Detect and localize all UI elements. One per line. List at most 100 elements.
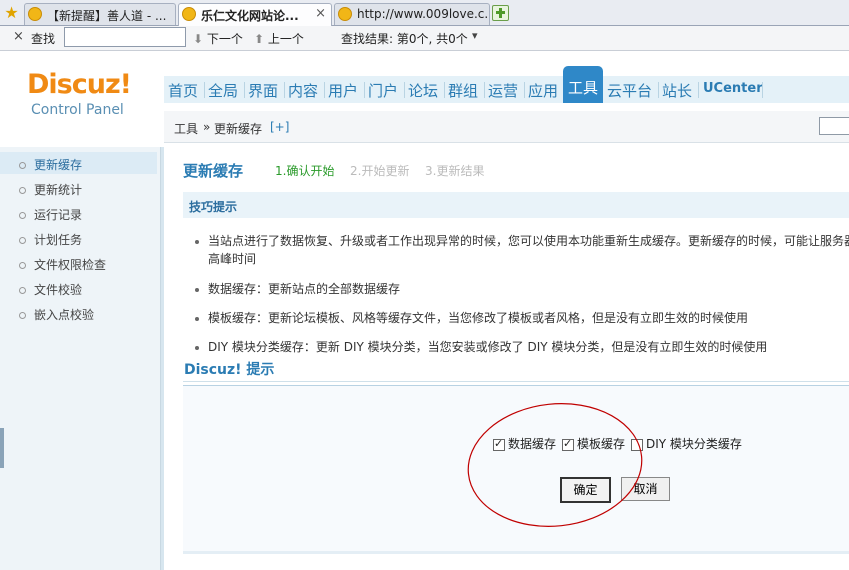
logo: Discuz! Control Panel [27, 69, 132, 119]
find-next-button[interactable]: ⬇ 下一个 [193, 30, 243, 47]
arrow-up-icon: ⬆ [254, 32, 265, 46]
sidebar-item-file-check[interactable]: 文件校验 [19, 281, 82, 298]
tip-text: DIY 模块分类缓存：更新 DIY 模块分类，当您安装或修改了 DIY 模块分类… [208, 340, 768, 354]
nav-group[interactable]: 群组 [448, 80, 478, 101]
find-prev-button[interactable]: ⬆ 上一个 [254, 30, 304, 47]
nav-separator [364, 82, 365, 98]
new-tab-icon[interactable] [492, 5, 509, 21]
step-3: 3.更新结果 [425, 164, 485, 178]
bullet-icon [19, 312, 26, 319]
logo-brand: Discuz! [27, 69, 132, 100]
tab-favicon-icon [28, 7, 42, 21]
nav-separator [444, 82, 445, 98]
sidebar-item-label: 计划任务 [34, 233, 83, 247]
step-1: 1.确认开始 [275, 164, 335, 178]
tip-text: 模板缓存：更新论坛模板、风格等缓存文件，当您修改了模板或者风格，但是没有立即生效… [208, 311, 749, 325]
bullet-icon [195, 316, 199, 321]
sidebar-item-cron[interactable]: 计划任务 [19, 231, 82, 248]
sidebar-item-file-perms[interactable]: 文件权限检查 [19, 256, 106, 273]
sidebar-item-label: 文件权限检查 [34, 258, 107, 272]
tip-text-continued: 高峰时间 [208, 252, 257, 266]
tips-header: 技巧提示 [183, 192, 849, 218]
tip-text: 当站点进行了数据恢复、升级或者工作出现异常的时候，您可以使用本功能重新生成缓存。… [208, 234, 849, 248]
nav-style[interactable]: 界面 [248, 80, 278, 101]
bullet-icon [195, 239, 199, 244]
nav-separator [284, 82, 285, 98]
findbar-close-icon[interactable]: × [13, 29, 24, 44]
find-input[interactable] [64, 27, 186, 47]
sidebar-item-label: 运行记录 [34, 208, 83, 222]
sidebar-item-update-cache[interactable]: 更新缓存 [19, 156, 82, 173]
bullet-icon [19, 287, 26, 294]
browser-tab-2[interactable]: 乐仁文化网站论... × [178, 3, 332, 26]
tip-text: 数据缓存：更新站点的全部数据缓存 [208, 282, 401, 296]
bullet-icon [19, 237, 26, 244]
bullet-icon [19, 262, 26, 269]
nav-separator [404, 82, 405, 98]
tab-title: 【新提醒】善人道 - ... [47, 9, 167, 23]
favorites-star-icon[interactable]: ★ [3, 4, 20, 21]
bullet-icon [195, 345, 199, 350]
nav-cloud[interactable]: 云平台 [607, 80, 652, 101]
find-options-dropdown-icon[interactable]: ▾ [472, 29, 478, 42]
breadcrumb-current: 更新缓存 [214, 122, 263, 136]
nav-separator [204, 82, 205, 98]
bullet-icon [19, 187, 26, 194]
annotation-circle [467, 403, 643, 527]
sidebar-item-label: 更新缓存 [34, 158, 83, 172]
tip-item: 模板缓存：更新论坛模板、风格等缓存文件，当您修改了模板或者风格，但是没有立即生效… [195, 309, 748, 326]
nav-home[interactable]: 首页 [168, 80, 198, 101]
page-title: 更新缓存 [183, 162, 244, 180]
find-next-label: 下一个 [206, 32, 243, 46]
find-prev-label: 上一个 [267, 32, 304, 46]
findbar-label: 查找 [31, 32, 56, 46]
logo-subtitle: Control Panel [31, 102, 124, 118]
tips-title: 技巧提示 [189, 200, 238, 214]
sidebar-item-hook-check[interactable]: 嵌入点校验 [19, 306, 94, 323]
option-label: DIY 模块分类缓存 [646, 437, 742, 451]
nav-separator [324, 82, 325, 98]
find-bar: × 查找 ⬇ 下一个 ⬆ 上一个 查找结果: 第0个, 共0个 ▾ [0, 26, 849, 51]
notice-title-underline [183, 381, 849, 382]
nav-operation[interactable]: 运营 [488, 80, 518, 101]
tip-item: 数据缓存：更新站点的全部数据缓存 [195, 280, 400, 297]
sidebar-item-label: 更新统计 [34, 183, 83, 197]
sidebar-item-run-log[interactable]: 运行记录 [19, 206, 82, 223]
tip-item: 当站点进行了数据恢复、升级或者工作出现异常的时候，您可以使用本功能重新生成缓存。… [195, 232, 849, 249]
sidebar-item-update-stats[interactable]: 更新统计 [19, 181, 82, 198]
breadcrumb-section[interactable]: 工具 [174, 120, 198, 137]
nav-founder[interactable]: 站长 [662, 80, 692, 101]
nav-separator [658, 82, 659, 98]
breadcrumb: 工具 » 更新缓存 [+] [164, 111, 849, 143]
bullet-icon [195, 287, 199, 292]
tab-favicon-icon [338, 7, 352, 21]
notice-title: Discuz! 提示 [184, 362, 275, 378]
breadcrumb-separator: » [203, 120, 211, 134]
step-2: 2.开始更新 [350, 164, 410, 178]
search-box[interactable] [819, 117, 849, 135]
browser-tab-3[interactable]: http://www.009love.c... [334, 3, 490, 25]
nav-separator [484, 82, 485, 98]
nav-global[interactable]: 全局 [208, 80, 238, 101]
browser-tab-bar: ★ 【新提醒】善人道 - ... 乐仁文化网站论... × http://www… [0, 0, 849, 26]
add-shortcut-link[interactable]: [+] [270, 120, 289, 134]
tab-title: 乐仁文化网站论... [201, 9, 299, 23]
nav-user[interactable]: 用户 [328, 80, 358, 101]
sidebar-item-label: 嵌入点校验 [34, 308, 95, 322]
annotation-ellipse [467, 403, 643, 527]
nav-separator [698, 82, 699, 98]
browser-tab-1[interactable]: 【新提醒】善人道 - ... [24, 3, 176, 25]
tip-item: DIY 模块分类缓存：更新 DIY 模块分类，当您安装或修改了 DIY 模块分类… [195, 338, 767, 355]
nav-tools[interactable]: 工具 [563, 66, 603, 103]
bullet-icon [19, 212, 26, 219]
nav-forum[interactable]: 论坛 [408, 80, 438, 101]
nav-separator [244, 82, 245, 98]
find-result-text: 查找结果: 第0个, 共0个 [341, 32, 468, 46]
nav-content[interactable]: 内容 [288, 80, 318, 101]
nav-portal[interactable]: 门户 [368, 80, 398, 101]
tab-close-icon[interactable]: × [315, 6, 326, 21]
sidebar-collapse-handle[interactable] [0, 428, 4, 468]
arrow-down-icon: ⬇ [193, 32, 204, 46]
nav-ucenter[interactable]: UCenter [703, 81, 763, 96]
nav-app[interactable]: 应用 [528, 80, 558, 101]
